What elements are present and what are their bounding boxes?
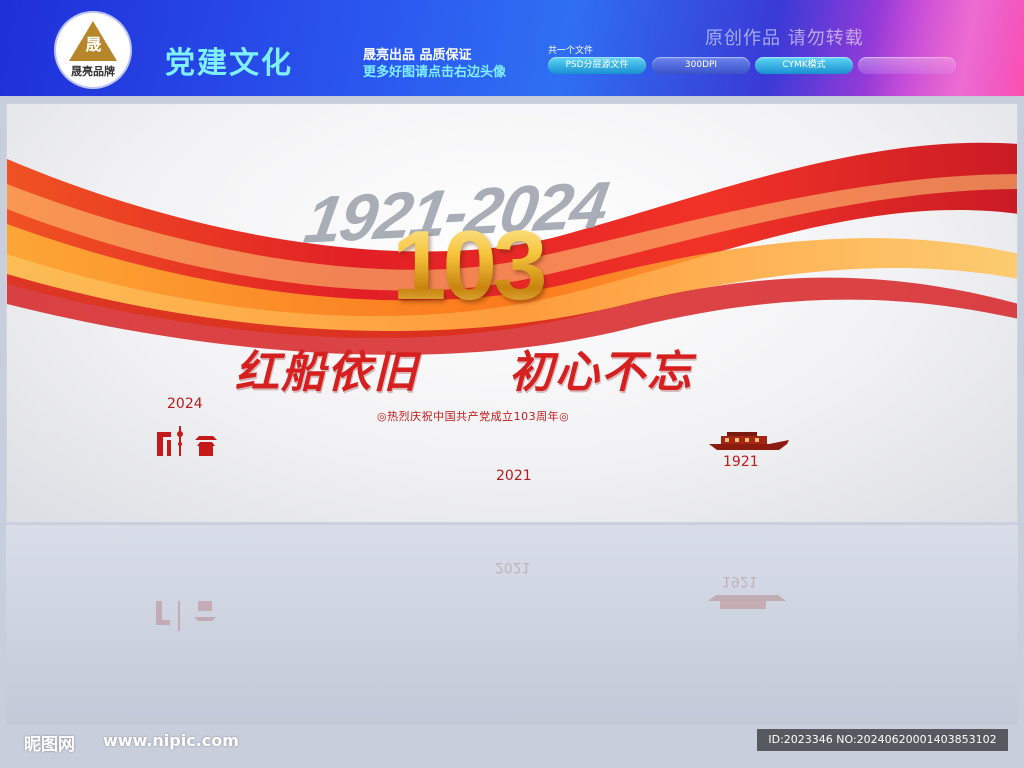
slogan-right: 初心不忘 — [509, 347, 693, 398]
slogan-left: 红船依旧 — [235, 347, 419, 398]
header-bar: 晟 晟亮品牌 党建文化 晟亮出品 品质保证 更多好图请点击右边头像 共一个文件 … — [0, 0, 1024, 96]
year-2024-label: 2024 — [167, 396, 203, 412]
pill-color-mode: CYMK模式 — [755, 57, 853, 74]
pill-empty — [858, 57, 956, 74]
reflection-content: 2021 1921 — [6, 525, 1018, 725]
poster-artwork: 1921-2024 103 红船依旧 初心不忘 ◎热烈庆祝中国共产党成立103周… — [6, 103, 1018, 523]
brand-logo[interactable]: 晟 晟亮品牌 — [56, 13, 130, 87]
red-boat-icon — [709, 432, 789, 450]
year-2021-label: 2021 — [496, 468, 532, 484]
floor-reflection: 2021 1921 — [6, 525, 1018, 725]
reflection-year-2021: 2021 — [495, 559, 531, 575]
pill-psd: PSD分层源文件 — [548, 57, 646, 74]
year-1921-label: 1921 — [723, 454, 759, 470]
celebration-subtitle: ◎热烈庆祝中国共产党成立103周年◎ — [377, 410, 570, 423]
file-count-label: 共一个文件 — [548, 46, 594, 56]
site-url-link[interactable]: www.nipic.com — [103, 731, 239, 750]
skyline-icon — [157, 426, 217, 456]
reflection-skyline-icon — [156, 601, 216, 631]
pill-dpi: 300DPI — [652, 57, 750, 74]
brand-title: 党建文化 — [165, 46, 293, 81]
image-id-label: ID:2023346 NO:20240620001403853102 — [757, 729, 1008, 751]
copyright-watermark: 原创作品 请勿转载 — [705, 28, 864, 49]
anniversary-number: 103 — [392, 210, 548, 320]
reflection-boat-icon — [708, 595, 786, 609]
logo-text: 晟亮品牌 — [71, 65, 115, 78]
reflection-year-1921: 1921 — [722, 573, 758, 589]
tagline-more-images[interactable]: 更多好图请点击右边头像 — [363, 61, 506, 80]
site-name-logo[interactable]: 昵图网 — [24, 730, 75, 755]
logo-glyph: 晟 — [85, 35, 101, 54]
